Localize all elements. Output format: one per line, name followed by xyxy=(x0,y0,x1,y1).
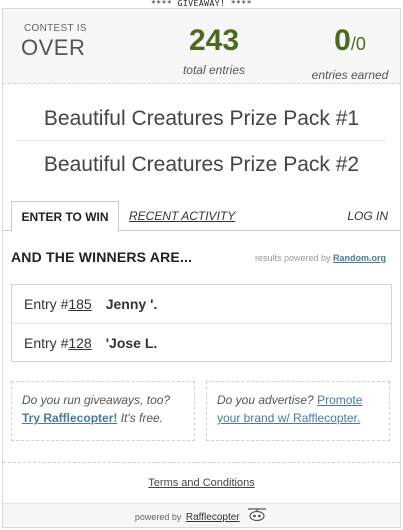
prize-title-1: Beautiful Creatures Prize Pack #1 xyxy=(17,97,386,141)
total-entries-count: 243 xyxy=(188,24,240,57)
entry-number-link[interactable]: 185 xyxy=(68,296,91,312)
results-powered-by: results powered by Random.org xyxy=(255,253,386,263)
entries-earned-caption: entries earned xyxy=(311,68,389,82)
giveaway-banner: **** GIVEAWAY! **** xyxy=(0,0,403,8)
rafflecopter-brand-link[interactable]: Rafflecopter xyxy=(186,512,240,523)
winners-list: Entry #185 Jenny '. Entry #128 'Jose L. xyxy=(11,284,392,362)
footer-bar: powered by Rafflecopter xyxy=(3,503,400,527)
entry-number-link[interactable]: 128 xyxy=(68,335,91,351)
tab-recent-activity[interactable]: RECENT ACTIVITY xyxy=(129,201,235,231)
contest-status: CONTEST IS OVER xyxy=(21,23,87,61)
results-powered-text: results powered by xyxy=(254,253,331,263)
prize-title-2: Beautiful Creatures Prize Pack #2 xyxy=(43,153,360,176)
promo-left-tail: It's free. xyxy=(120,411,164,425)
entries-earned-total: /0 xyxy=(350,34,366,54)
entries-earned-count: 0 xyxy=(334,24,351,57)
entries-earned-stat: 0/0 entries earned xyxy=(305,24,395,83)
try-rafflecopter-link[interactable]: Try Rafflecopter! xyxy=(22,411,117,425)
random-org-link[interactable]: Random.org xyxy=(333,253,386,263)
stats-header: CONTEST IS OVER 243 total entries 0/0 en… xyxy=(3,9,400,84)
total-entries-caption: total entries xyxy=(182,63,246,77)
status-label: CONTEST IS xyxy=(24,23,87,34)
tab-enter-to-win[interactable]: ENTER TO WIN xyxy=(11,201,119,232)
promo-advertise: Do you advertise? Promote your brand w/ … xyxy=(206,381,390,441)
login-link[interactable]: LOG IN xyxy=(347,201,388,231)
rafflecopter-logo-icon[interactable] xyxy=(246,505,268,527)
total-entries-stat: 243 total entries xyxy=(149,24,279,78)
entry-label: Entry # xyxy=(24,296,69,312)
status-value: OVER xyxy=(21,35,86,60)
promo-right-question: Do you advertise? xyxy=(217,393,314,407)
winner-name: Jenny '. xyxy=(105,296,158,312)
terms-section: Terms and Conditions xyxy=(3,477,400,489)
promo-run-giveaways: Do you run giveaways, too? Try Rafflecop… xyxy=(11,381,195,441)
rafflecopter-widget: CONTEST IS OVER 243 total entries 0/0 en… xyxy=(2,8,401,528)
winners-heading: AND THE WINNERS ARE... xyxy=(11,249,193,265)
promo-left-question: Do you run giveaways, too? xyxy=(22,393,171,407)
footer-divider xyxy=(3,462,400,463)
powered-by-text: powered by xyxy=(134,512,182,522)
winner-row: Entry #128 'Jose L. xyxy=(12,323,391,361)
winner-row: Entry #185 Jenny '. xyxy=(12,285,391,323)
entry-label: Entry # xyxy=(24,335,69,351)
winner-name: 'Jose L. xyxy=(105,335,158,351)
terms-link[interactable]: Terms and Conditions xyxy=(148,477,254,489)
tab-bar: ENTER TO WIN RECENT ACTIVITY LOG IN xyxy=(3,201,400,232)
